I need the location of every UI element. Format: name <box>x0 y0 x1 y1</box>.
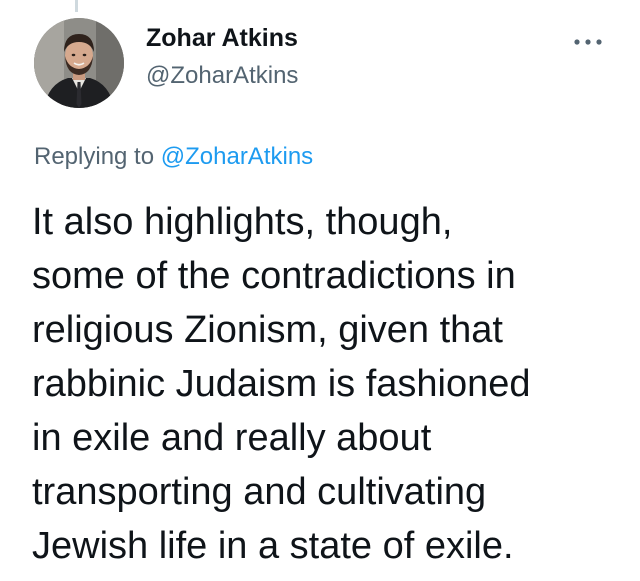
tweet-text-line: in exile and really about <box>32 417 432 459</box>
tweet-text-line: some of the contradictions in <box>32 255 516 297</box>
more-options-button[interactable] <box>568 30 608 54</box>
thread-connector-line <box>75 0 78 12</box>
profile-photo-icon <box>34 18 124 108</box>
author-name[interactable]: Zohar Atkins <box>146 24 298 53</box>
replying-to-label: Replying to <box>34 143 161 170</box>
tweet-text: It also highlights, though, some of the … <box>32 195 632 573</box>
tweet-text-line: transporting and cultivating <box>32 471 487 513</box>
tweet-text-line: rabbinic Judaism is fashioned <box>32 363 531 405</box>
tweet-text-line: religious Zionism, given that <box>32 309 503 351</box>
tweet-text-line: It also highlights, though, <box>32 201 453 243</box>
more-horizontal-icon <box>574 39 602 45</box>
avatar[interactable] <box>34 18 124 108</box>
tweet-text-line: Jewish life in a state of exile. <box>32 525 514 567</box>
author-handle[interactable]: @ZoharAtkins <box>146 62 298 90</box>
replying-to-line: Replying to @ZoharAtkins <box>34 143 313 171</box>
replying-to-mention-link[interactable]: @ZoharAtkins <box>161 143 313 170</box>
